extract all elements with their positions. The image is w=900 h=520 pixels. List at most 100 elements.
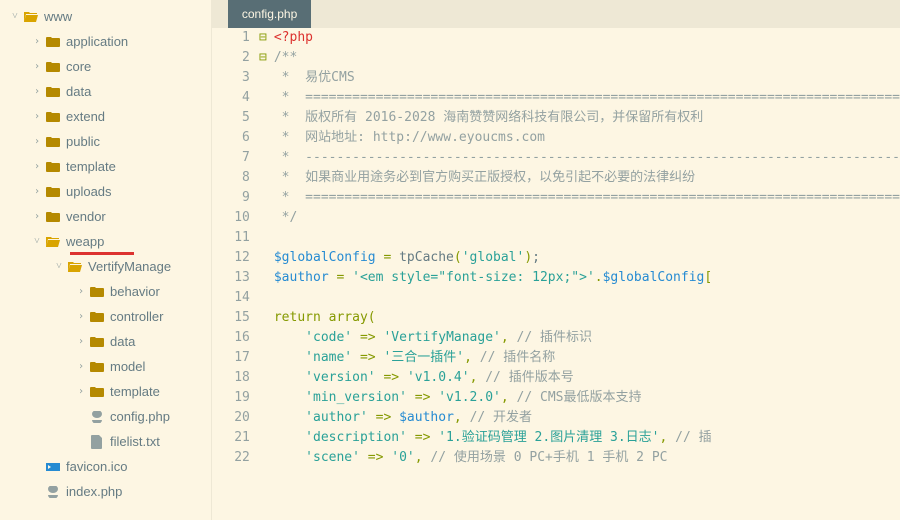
chevron-right-icon[interactable]: › [74, 386, 88, 397]
code-lines[interactable]: <?php/** * 易优CMS * =====================… [270, 28, 900, 520]
tree-item[interactable]: favicon.ico [0, 454, 211, 479]
chevron-right-icon[interactable]: › [74, 336, 88, 347]
token: // 插 [675, 428, 711, 448]
code-line[interactable]: * 如果商业用途务必到官方购买正版授权，以免引起不必要的法律纠纷 [274, 168, 900, 188]
line-number: 14 [212, 288, 250, 308]
token [376, 368, 384, 388]
tree-item[interactable]: ›model [0, 354, 211, 379]
code-line[interactable]: * 版权所有 2016-2028 海南赞赞网络科技有限公司，并保留所有权利 [274, 108, 900, 128]
tree-item[interactable]: config.php [0, 404, 211, 429]
chevron-right-icon[interactable]: › [30, 36, 44, 47]
chevron-right-icon[interactable]: › [74, 286, 88, 297]
token: , [501, 388, 509, 408]
token [274, 328, 305, 348]
tab-bar[interactable]: config.php [212, 0, 900, 28]
code-line[interactable]: 'version' => 'v1.0.4', // 插件版本号 [274, 368, 900, 388]
line-number: 11 [212, 228, 250, 248]
fold-marker [256, 128, 270, 148]
code-line[interactable]: * ======================================… [274, 88, 900, 108]
code-line[interactable]: $globalConfig = tpCache('global'); [274, 248, 900, 268]
token: $globalConfig [603, 268, 705, 288]
code-line[interactable] [274, 288, 900, 308]
tree-item[interactable]: ›public [0, 129, 211, 154]
fold-column[interactable]: ⊟⊟ [256, 28, 270, 520]
token: 'min_version' [305, 388, 407, 408]
token: * 网站地址: http://www.eyoucms.com [274, 128, 545, 148]
chevron-right-icon[interactable]: › [30, 136, 44, 147]
token: * 易优CMS [274, 68, 355, 88]
token [321, 308, 329, 328]
chevron-right-icon[interactable]: › [30, 61, 44, 72]
tree-item[interactable]: ˅VertifyManage [0, 254, 211, 279]
file-tree[interactable]: ˅ www ›application›core›data›extend›publ… [0, 0, 211, 520]
code-line[interactable]: * --------------------------------------… [274, 148, 900, 168]
chevron-right-icon[interactable]: › [30, 211, 44, 222]
tree-root[interactable]: ˅ www [0, 4, 211, 29]
fold-marker[interactable]: ⊟ [256, 28, 270, 48]
code-line[interactable]: $author = '<em style="font-size: 12px;">… [274, 268, 900, 288]
tree-item[interactable]: ›uploads [0, 179, 211, 204]
tree-item[interactable]: ˅weapp [0, 229, 211, 254]
tree-item[interactable]: ›extend [0, 104, 211, 129]
tree-item[interactable]: ›data [0, 329, 211, 354]
code-line[interactable]: 'name' => '三合一插件', // 插件名称 [274, 348, 900, 368]
token: , [415, 448, 423, 468]
tree-item[interactable]: filelist.txt [0, 429, 211, 454]
code-line[interactable]: 'description' => '1.验证码管理 2.图片清理 3.日志', … [274, 428, 900, 448]
tree-item[interactable]: ›application [0, 29, 211, 54]
chevron-right-icon[interactable]: › [74, 311, 88, 322]
fold-marker [256, 288, 270, 308]
token: '<em style="font-size: 12px;">' [352, 268, 595, 288]
code-line[interactable]: return array( [274, 308, 900, 328]
tab-active[interactable]: config.php [228, 0, 311, 28]
line-number: 17 [212, 348, 250, 368]
chevron-right-icon[interactable]: › [30, 186, 44, 197]
line-number: 15 [212, 308, 250, 328]
code-line[interactable]: */ [274, 208, 900, 228]
token: * 版权所有 2016-2028 海南赞赞网络科技有限公司，并保留所有权利 [274, 108, 703, 128]
token [274, 448, 305, 468]
tree-item-label: controller [106, 309, 163, 324]
code-line[interactable]: /** [274, 48, 900, 68]
token [462, 408, 470, 428]
tree-item[interactable]: ›template [0, 154, 211, 179]
line-number: 9 [212, 188, 250, 208]
token: // 使用场景 0 PC+手机 1 手机 2 PC [430, 448, 667, 468]
tree-item[interactable]: ›behavior [0, 279, 211, 304]
line-number: 1 [212, 28, 250, 48]
code-line[interactable]: * 网站地址: http://www.eyoucms.com [274, 128, 900, 148]
code-line[interactable]: * 易优CMS [274, 68, 900, 88]
code-line[interactable]: <?php [274, 28, 900, 48]
tree-item[interactable]: ›vendor [0, 204, 211, 229]
code-line[interactable]: * ======================================… [274, 188, 900, 208]
chevron-down-icon[interactable]: ˅ [30, 236, 44, 247]
code-line[interactable]: 'min_version' => 'v1.2.0', // CMS最低版本支持 [274, 388, 900, 408]
tab-label: config.php [242, 7, 297, 21]
token [274, 368, 305, 388]
chevron-down-icon[interactable]: ˅ [52, 261, 66, 272]
tree-item[interactable]: › controller [0, 304, 211, 329]
code-area[interactable]: 12345678910111213141516171819202122 ⊟⊟ <… [212, 28, 900, 520]
token: * ======================================… [274, 188, 900, 208]
chevron-down-icon[interactable]: ˅ [8, 11, 22, 22]
code-line[interactable]: 'scene' => '0', // 使用场景 0 PC+手机 1 手机 2 P… [274, 448, 900, 468]
code-line[interactable]: 'author' => $author, // 开发者 [274, 408, 900, 428]
chevron-right-icon[interactable]: › [30, 86, 44, 97]
folder-icon [44, 186, 62, 198]
line-number: 21 [212, 428, 250, 448]
line-number: 22 [212, 448, 250, 468]
chevron-right-icon[interactable]: › [30, 111, 44, 122]
tree-item[interactable]: ›template [0, 379, 211, 404]
code-line[interactable]: 'code' => 'VertifyManage', // 插件标识 [274, 328, 900, 348]
fold-marker[interactable]: ⊟ [256, 48, 270, 68]
line-number: 7 [212, 148, 250, 168]
tree-item[interactable]: ›data [0, 79, 211, 104]
token: // 开发者 [470, 408, 532, 428]
chevron-right-icon[interactable]: › [30, 161, 44, 172]
chevron-right-icon[interactable]: › [74, 361, 88, 372]
token: 'v1.0.4' [407, 368, 470, 388]
tree-item[interactable]: index.php [0, 479, 211, 504]
tree-item[interactable]: ›core [0, 54, 211, 79]
code-line[interactable] [274, 228, 900, 248]
token: 'version' [305, 368, 375, 388]
